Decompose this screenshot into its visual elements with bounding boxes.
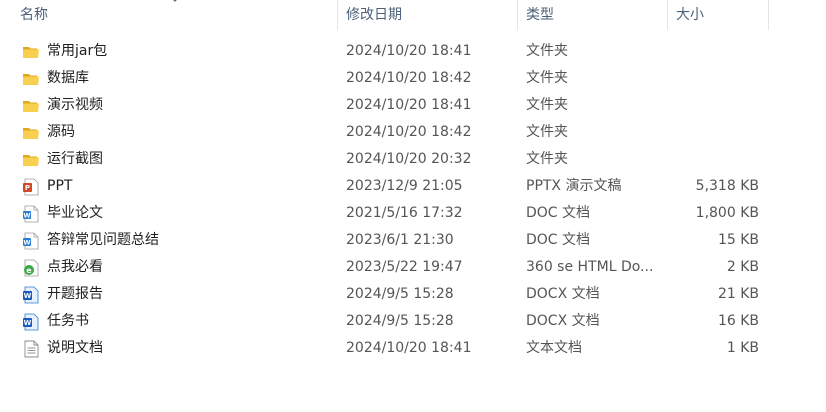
file-modified-date: 2024/10/20 18:42 bbox=[346, 70, 472, 86]
file-size: 15 KB bbox=[717, 232, 759, 248]
column-header-modified[interactable]: 修改日期 bbox=[338, 0, 518, 30]
file-size: 2 KB bbox=[726, 259, 759, 275]
file-row[interactable]: 演示视频 2024/10/20 18:41 文件夹 bbox=[0, 92, 826, 119]
file-type: 文件夹 bbox=[526, 43, 568, 59]
file-type: DOCX 文档 bbox=[526, 313, 600, 329]
file-row[interactable]: 开题报告 2024/9/5 15:28 DOCX 文档 21 KB bbox=[0, 281, 826, 308]
file-row[interactable]: 答辩常见问题总结 2023/6/1 21:30 DOC 文档 15 KB bbox=[0, 227, 826, 254]
file-modified-date: 2023/6/1 21:30 bbox=[346, 232, 454, 248]
file-modified-date: 2024/9/5 15:28 bbox=[346, 313, 454, 329]
file-name: 说明文档 bbox=[47, 340, 103, 356]
column-header-row: 名称 修改日期 类型 大小 bbox=[0, 0, 826, 30]
text-file-icon bbox=[22, 340, 40, 358]
file-size: 5,318 KB bbox=[695, 178, 759, 194]
file-row[interactable]: 任务书 2024/9/5 15:28 DOCX 文档 16 KB bbox=[0, 308, 826, 335]
column-header-name-label: 名称 bbox=[20, 7, 48, 23]
column-header-name[interactable]: 名称 bbox=[0, 0, 338, 30]
docx-file-icon bbox=[22, 313, 40, 331]
file-name: 演示视频 bbox=[47, 97, 103, 113]
file-modified-date: 2023/12/9 21:05 bbox=[346, 178, 463, 194]
file-modified-date: 2024/10/20 18:41 bbox=[346, 97, 472, 113]
file-row[interactable]: 说明文档 2024/10/20 18:41 文本文档 1 KB bbox=[0, 335, 826, 362]
doc-file-icon bbox=[22, 205, 40, 223]
doc-file-icon bbox=[22, 232, 40, 250]
pptx-file-icon bbox=[22, 178, 40, 196]
file-type: 文件夹 bbox=[526, 70, 568, 86]
file-name: PPT bbox=[47, 178, 73, 194]
file-type: 360 se HTML Do... bbox=[526, 259, 654, 275]
file-name: 任务书 bbox=[47, 313, 89, 329]
column-header-size[interactable]: 大小 bbox=[668, 0, 769, 30]
file-type: 文本文档 bbox=[526, 340, 582, 356]
file-name: 答辩常见问题总结 bbox=[47, 232, 159, 248]
file-name: 常用jar包 bbox=[47, 43, 108, 59]
column-header-type-label: 类型 bbox=[526, 7, 554, 23]
file-row[interactable]: 毕业论文 2021/5/16 17:32 DOC 文档 1,800 KB bbox=[0, 200, 826, 227]
file-name: 数据库 bbox=[47, 70, 89, 86]
file-row[interactable]: 运行截图 2024/10/20 20:32 文件夹 bbox=[0, 146, 826, 173]
docx-file-icon bbox=[22, 286, 40, 304]
folder-icon bbox=[22, 70, 40, 88]
file-row[interactable]: 源码 2024/10/20 18:42 文件夹 bbox=[0, 119, 826, 146]
file-size: 16 KB bbox=[717, 313, 759, 329]
folder-icon bbox=[22, 124, 40, 142]
column-header-type[interactable]: 类型 bbox=[518, 0, 668, 30]
column-header-modified-label: 修改日期 bbox=[346, 7, 402, 23]
file-row[interactable]: 数据库 2024/10/20 18:42 文件夹 bbox=[0, 65, 826, 92]
sort-chevron-icon bbox=[173, 0, 177, 2]
file-name: 运行截图 bbox=[47, 151, 103, 167]
file-type: DOC 文档 bbox=[526, 205, 591, 221]
file-row[interactable]: 常用jar包 2024/10/20 18:41 文件夹 bbox=[0, 38, 826, 65]
column-header-size-label: 大小 bbox=[676, 7, 704, 23]
file-type: DOCX 文档 bbox=[526, 286, 600, 302]
file-modified-date: 2024/10/20 20:32 bbox=[346, 151, 472, 167]
file-modified-date: 2024/10/20 18:42 bbox=[346, 124, 472, 140]
file-modified-date: 2021/5/16 17:32 bbox=[346, 205, 463, 221]
file-name: 源码 bbox=[47, 124, 75, 140]
file-size: 21 KB bbox=[717, 286, 759, 302]
file-name: 开题报告 bbox=[47, 286, 103, 302]
file-type: DOC 文档 bbox=[526, 232, 591, 248]
file-type: 文件夹 bbox=[526, 151, 568, 167]
file-type: PPTX 演示文稿 bbox=[526, 178, 622, 194]
html-file-icon bbox=[22, 259, 40, 277]
folder-icon bbox=[22, 43, 40, 61]
file-name: 点我必看 bbox=[47, 259, 103, 275]
file-modified-date: 2023/5/22 19:47 bbox=[346, 259, 463, 275]
folder-icon bbox=[22, 151, 40, 169]
file-modified-date: 2024/10/20 18:41 bbox=[346, 340, 472, 356]
file-size: 1 KB bbox=[726, 340, 759, 356]
file-name: 毕业论文 bbox=[47, 205, 103, 221]
file-size: 1,800 KB bbox=[695, 205, 759, 221]
file-row[interactable]: PPT 2023/12/9 21:05 PPTX 演示文稿 5,318 KB bbox=[0, 173, 826, 200]
file-type: 文件夹 bbox=[526, 124, 568, 140]
file-modified-date: 2024/9/5 15:28 bbox=[346, 286, 454, 302]
file-type: 文件夹 bbox=[526, 97, 568, 113]
file-list: 常用jar包 2024/10/20 18:41 文件夹 数据库 2024/10/20 1… bbox=[0, 38, 826, 362]
folder-icon bbox=[22, 97, 40, 115]
file-row[interactable]: 点我必看 2023/5/22 19:47 360 se HTML Do... 2 KB bbox=[0, 254, 826, 281]
file-modified-date: 2024/10/20 18:41 bbox=[346, 43, 472, 59]
